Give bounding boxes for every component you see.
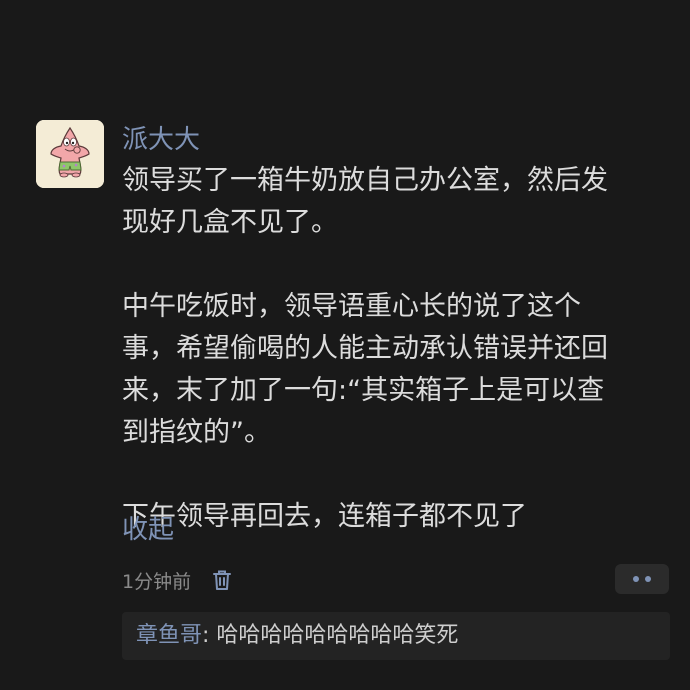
post-timestamp: 1分钟前 — [122, 570, 192, 593]
post-paragraph: 领导买了一箱牛奶放自己办公室，然后发 现好几盒不见了。 — [122, 165, 608, 238]
delete-button[interactable] — [211, 568, 233, 592]
patrick-star-avatar-icon — [36, 120, 104, 188]
moment-post: 派大大 领导买了一箱牛奶放自己办公室，然后发 现好几盒不见了。 中午吃饭时，领导… — [0, 0, 690, 690]
post-paragraph: 中午吃饭时，领导语重心长的说了这个 事，希望偷喝的人能主动承认错误并还回 来，末… — [122, 291, 608, 448]
more-actions-button[interactable] — [615, 564, 669, 594]
more-dots-icon — [633, 576, 651, 582]
post-content: 领导买了一箱牛奶放自己办公室，然后发 现好几盒不见了。 中午吃饭时，领导语重心长… — [122, 160, 662, 538]
post-paragraph: 下午领导再回去，连箱子都不见了 — [122, 501, 527, 532]
comment-separator: : — [202, 623, 217, 648]
post-meta: 1分钟前 — [122, 562, 233, 598]
avatar[interactable] — [36, 120, 104, 188]
comment-section: 章鱼哥: 哈哈哈哈哈哈哈哈哈笑死 — [122, 612, 670, 660]
trash-icon — [213, 570, 232, 590]
comment-author[interactable]: 章鱼哥 — [136, 623, 202, 648]
comment-item[interactable]: 章鱼哥: 哈哈哈哈哈哈哈哈哈笑死 — [136, 619, 458, 653]
collapse-link[interactable]: 收起 — [122, 510, 174, 550]
username[interactable]: 派大大 — [122, 122, 200, 158]
comment-text: 哈哈哈哈哈哈哈哈哈笑死 — [216, 623, 459, 648]
